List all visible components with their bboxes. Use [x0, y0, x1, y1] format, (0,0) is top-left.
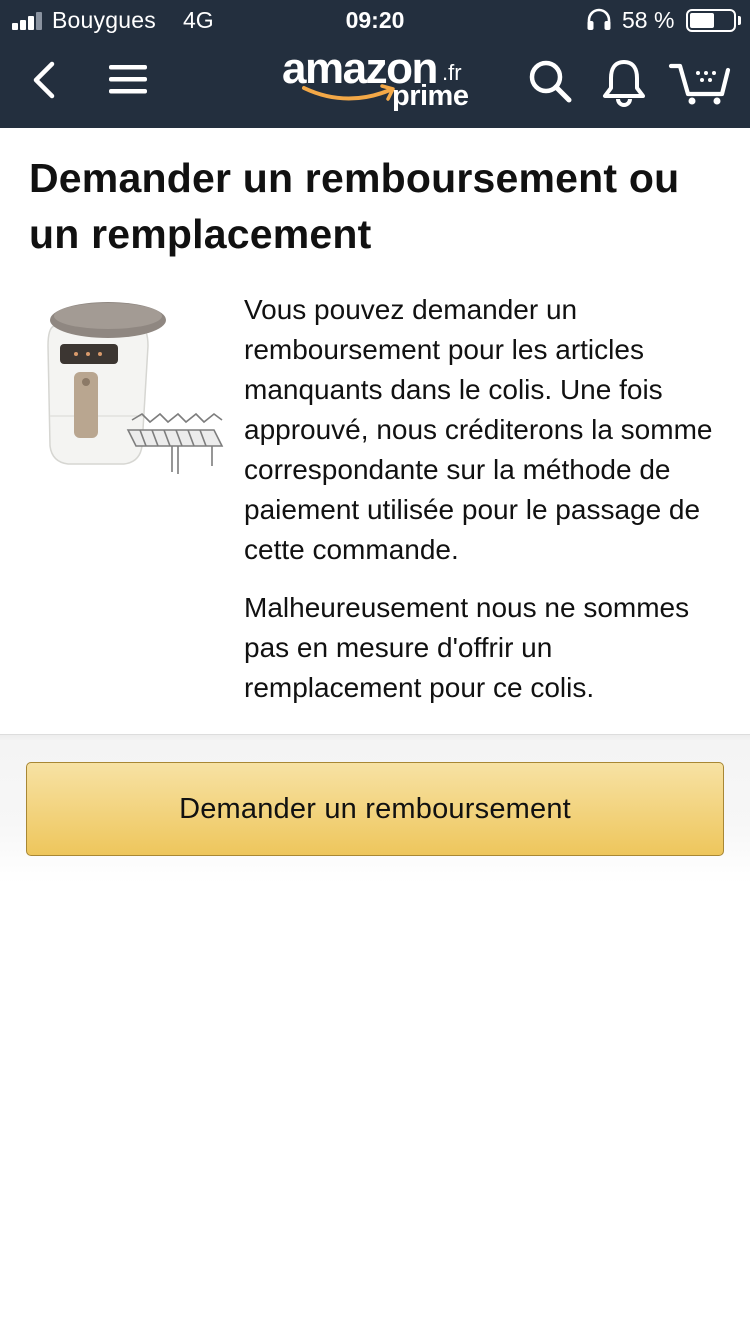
cart-icon[interactable]	[668, 56, 732, 106]
bell-icon[interactable]	[600, 56, 648, 108]
battery-icon	[686, 9, 736, 32]
status-bar: Bouygues 4G 09:20 58 %	[0, 0, 750, 40]
search-icon[interactable]	[526, 58, 574, 104]
battery-nub	[738, 16, 741, 25]
refund-info-paragraph: Vous pouvez demander un remboursement po…	[244, 294, 713, 565]
battery-level-fill	[690, 13, 714, 28]
headphones-icon	[587, 8, 611, 30]
page-title: Demander un remboursement ou un remplace…	[29, 155, 680, 257]
app-header: Bouygues 4G 09:20 58 % amazon .fr prime	[0, 0, 750, 128]
battery-percentage: 58 %	[622, 7, 675, 33]
back-icon[interactable]	[26, 58, 66, 102]
logo-prime-text: prime	[392, 80, 469, 112]
amazon-prime-logo[interactable]: amazon .fr prime	[280, 44, 472, 120]
product-image	[28, 296, 226, 478]
request-refund-button[interactable]: Demander un remboursement	[26, 762, 724, 856]
menu-icon[interactable]	[106, 60, 150, 100]
replacement-unavailable-paragraph: Malheureusement nous ne sommes pas en me…	[244, 592, 690, 703]
amazon-smile-icon	[302, 84, 395, 101]
